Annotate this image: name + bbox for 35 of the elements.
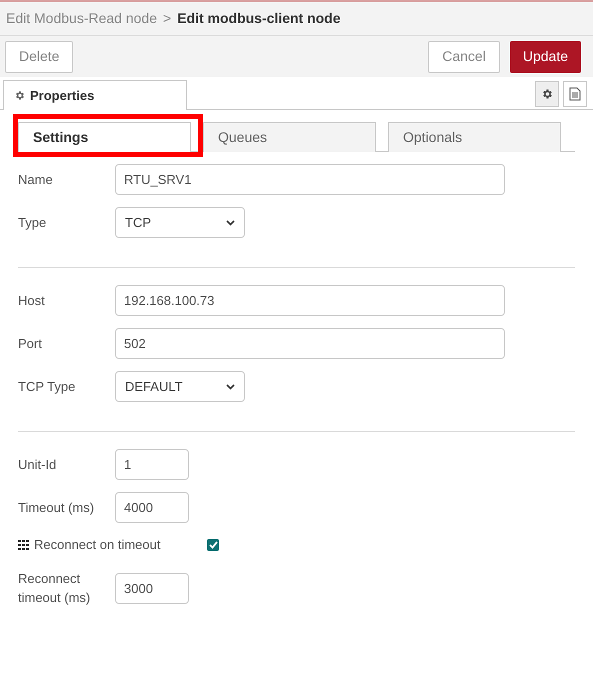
input-field[interactable]: 502 xyxy=(115,328,505,359)
breadcrumb-separator: > xyxy=(163,9,172,28)
field-label: Type xyxy=(18,214,48,232)
gear-icon xyxy=(14,90,25,101)
field-label: Reconnect on timeout xyxy=(34,536,160,554)
settings-button[interactable] xyxy=(535,81,559,107)
field-label: Host xyxy=(18,292,46,310)
update-button[interactable]: Update xyxy=(510,40,581,72)
input-field[interactable]: 192.168.100.73 xyxy=(115,285,505,316)
gear-icon xyxy=(541,88,553,100)
tab[interactable]: Queues xyxy=(203,122,376,152)
properties-tab[interactable]: Properties xyxy=(3,80,187,110)
dropdown[interactable]: TCP xyxy=(115,207,245,238)
tab[interactable]: Settings xyxy=(18,122,191,152)
dialog-title: Edit modbus-client node xyxy=(177,9,341,28)
delete-button[interactable]: Delete xyxy=(5,40,74,72)
input-field[interactable]: 4000 xyxy=(115,492,189,523)
field-label: Unit-Id xyxy=(18,456,58,474)
dropdown[interactable]: DEFAULT xyxy=(115,371,245,402)
field-label: Name xyxy=(18,171,54,189)
grid-icon xyxy=(18,540,30,550)
tab[interactable]: Optionals xyxy=(388,122,561,152)
field-label: Port xyxy=(18,335,43,353)
document-icon xyxy=(569,87,581,101)
field-label: Timeout (ms) xyxy=(18,499,96,517)
field-label: TCP Type xyxy=(18,378,76,396)
chevron-down-icon xyxy=(226,220,235,226)
field-label: Reconnect timeout (ms) xyxy=(18,570,92,607)
input-field[interactable]: 1 xyxy=(115,449,189,480)
input-field[interactable]: 3000 xyxy=(115,572,189,604)
description-button[interactable] xyxy=(563,81,587,107)
checkbox[interactable] xyxy=(207,539,219,551)
cancel-button[interactable]: Cancel xyxy=(428,40,500,72)
chevron-down-icon xyxy=(226,384,235,390)
input-field[interactable]: RTU_SRV1 xyxy=(115,164,505,195)
